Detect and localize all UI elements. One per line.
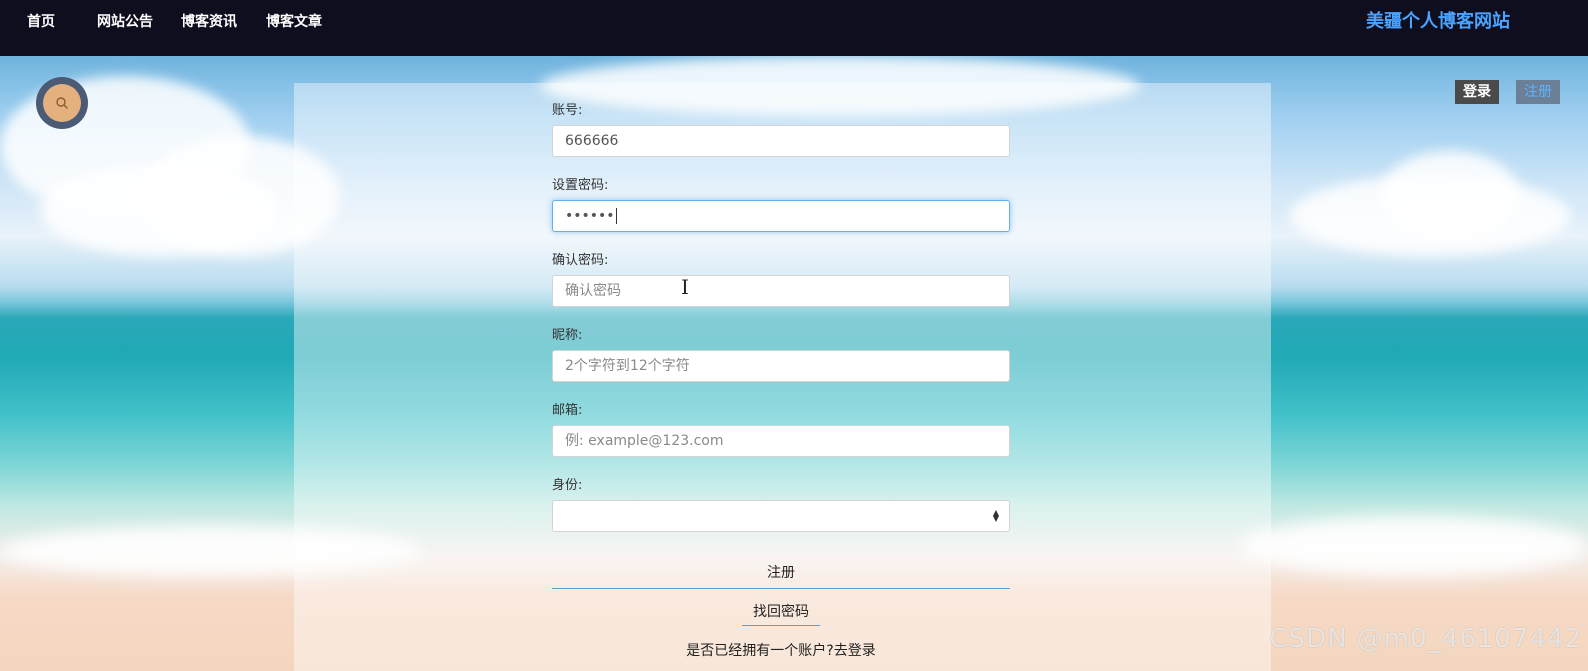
role-label: 身份:: [552, 478, 583, 493]
nav-blog-articles[interactable]: 博客文章: [266, 0, 322, 44]
nav-home[interactable]: 首页: [27, 0, 55, 44]
password-input[interactable]: ••••••: [552, 200, 1010, 232]
search-icon: [56, 97, 68, 109]
register-button[interactable]: 注册: [1516, 80, 1560, 104]
login-button[interactable]: 登录: [1455, 80, 1499, 104]
nickname-label: 昵称:: [552, 328, 583, 343]
confirm-password-input[interactable]: 确认密码: [552, 275, 1010, 307]
watermark: CSDN @m0_46107442: [1269, 624, 1582, 654]
submit-register-button[interactable]: 注册: [552, 558, 1010, 589]
forgot-password-link[interactable]: 找回密码: [742, 599, 820, 626]
account-input[interactable]: 666666: [552, 125, 1010, 157]
account-label: 账号:: [552, 103, 583, 118]
confirm-password-label: 确认密码:: [552, 253, 609, 268]
nav-announcements[interactable]: 网站公告: [97, 0, 153, 44]
i-beam-cursor-icon: I: [681, 275, 689, 299]
search-button[interactable]: [36, 77, 88, 129]
email-label: 邮箱:: [552, 403, 583, 418]
role-select[interactable]: ▲ ▼: [552, 500, 1010, 532]
nickname-input[interactable]: 2个字符到12个字符: [552, 350, 1010, 382]
password-label: 设置密码:: [552, 178, 609, 193]
select-arrows-icon: ▲ ▼: [992, 508, 999, 523]
password-value: ••••••: [565, 208, 615, 224]
text-caret: [615, 208, 617, 224]
site-title[interactable]: 美疆个人博客网站: [1366, 0, 1510, 44]
top-nav: 首页 网站公告 博客资讯 博客文章 美疆个人博客网站: [0, 0, 1588, 56]
nav-blog-news[interactable]: 博客资讯: [181, 0, 237, 44]
email-input[interactable]: 例: example@123.com: [552, 425, 1010, 457]
go-login-link[interactable]: 是否已经拥有一个账户?去登录: [552, 641, 1010, 661]
